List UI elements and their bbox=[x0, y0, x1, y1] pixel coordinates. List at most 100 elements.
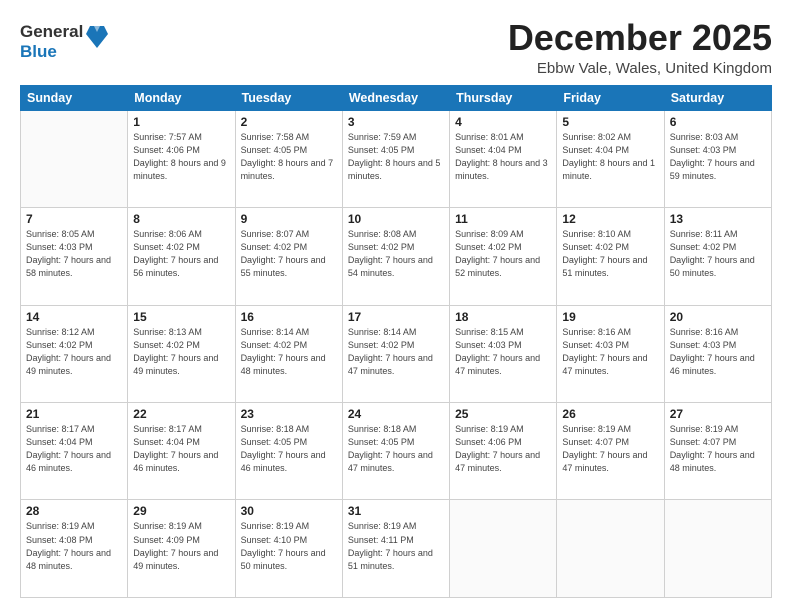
calendar-cell: 30Sunrise: 8:19 AMSunset: 4:10 PMDayligh… bbox=[235, 500, 342, 598]
day-number: 19 bbox=[562, 310, 658, 324]
day-number: 10 bbox=[348, 212, 444, 226]
day-info: Sunrise: 8:19 AMSunset: 4:11 PMDaylight:… bbox=[348, 520, 444, 572]
calendar-table: SundayMondayTuesdayWednesdayThursdayFrid… bbox=[20, 85, 772, 598]
day-info: Sunrise: 8:19 AMSunset: 4:07 PMDaylight:… bbox=[670, 423, 766, 475]
logo: General Blue bbox=[20, 22, 108, 61]
day-number: 25 bbox=[455, 407, 551, 421]
day-info: Sunrise: 7:59 AMSunset: 4:05 PMDaylight:… bbox=[348, 131, 444, 183]
calendar-cell: 7 Sunrise: 8:05 AMSunset: 4:03 PMDaylight… bbox=[21, 208, 128, 305]
calendar-cell: 2Sunrise: 7:58 AMSunset: 4:05 PMDaylight… bbox=[235, 110, 342, 207]
calendar-cell: 6 Sunrise: 8:03 AMSunset: 4:03 PMDaylight… bbox=[664, 110, 771, 207]
day-number: 21 bbox=[26, 407, 122, 421]
day-info: Sunrise: 8:16 AMSunset: 4:03 PMDaylight:… bbox=[670, 326, 766, 378]
calendar-cell: 10 Sunrise: 8:08 AMSunset: 4:02 PMDayligh… bbox=[342, 208, 449, 305]
day-number: 30 bbox=[241, 504, 337, 518]
location: Ebbw Vale, Wales, United Kingdom bbox=[508, 60, 772, 77]
calendar-cell: 28 Sunrise: 8:19 AMSunset: 4:08 PMDayligh… bbox=[21, 500, 128, 598]
day-number: 5 bbox=[562, 115, 658, 129]
day-number: 23 bbox=[241, 407, 337, 421]
day-info: Sunrise: 8:01 AMSunset: 4:04 PMDaylight:… bbox=[455, 131, 551, 183]
day-info: Sunrise: 8:14 AMSunset: 4:02 PMDaylight:… bbox=[241, 326, 337, 378]
weekday-header-friday: Friday bbox=[557, 85, 664, 110]
day-info: Sunrise: 8:05 AMSunset: 4:03 PMDaylight:… bbox=[26, 228, 122, 280]
day-info: Sunrise: 8:17 AMSunset: 4:04 PMDaylight:… bbox=[133, 423, 229, 475]
day-info: Sunrise: 8:16 AMSunset: 4:03 PMDaylight:… bbox=[562, 326, 658, 378]
calendar-cell: 19 Sunrise: 8:16 AMSunset: 4:03 PMDayligh… bbox=[557, 305, 664, 402]
day-info: Sunrise: 8:19 AMSunset: 4:06 PMDaylight:… bbox=[455, 423, 551, 475]
day-info: Sunrise: 8:11 AMSunset: 4:02 PMDaylight:… bbox=[670, 228, 766, 280]
calendar-cell: 24 Sunrise: 8:18 AMSunset: 4:05 PMDayligh… bbox=[342, 403, 449, 500]
weekday-header-thursday: Thursday bbox=[450, 85, 557, 110]
day-number: 24 bbox=[348, 407, 444, 421]
month-title: December 2025 bbox=[508, 18, 772, 58]
calendar-cell: 25 Sunrise: 8:19 AMSunset: 4:06 PMDayligh… bbox=[450, 403, 557, 500]
day-number: 12 bbox=[562, 212, 658, 226]
day-number: 1 bbox=[133, 115, 229, 129]
calendar-cell: 14 Sunrise: 8:12 AMSunset: 4:02 PMDayligh… bbox=[21, 305, 128, 402]
weekday-header-row: SundayMondayTuesdayWednesdayThursdayFrid… bbox=[21, 85, 772, 110]
calendar-cell: 12 Sunrise: 8:10 AMSunset: 4:02 PMDayligh… bbox=[557, 208, 664, 305]
calendar-cell: 11Sunrise: 8:09 AMSunset: 4:02 PMDayligh… bbox=[450, 208, 557, 305]
day-number: 4 bbox=[455, 115, 551, 129]
day-info: Sunrise: 8:12 AMSunset: 4:02 PMDaylight:… bbox=[26, 326, 122, 378]
weekday-header-sunday: Sunday bbox=[21, 85, 128, 110]
day-number: 7 bbox=[26, 212, 122, 226]
calendar-cell: 8 Sunrise: 8:06 AMSunset: 4:02 PMDaylight… bbox=[128, 208, 235, 305]
day-info: Sunrise: 8:17 AMSunset: 4:04 PMDaylight:… bbox=[26, 423, 122, 475]
day-info: Sunrise: 8:02 AMSunset: 4:04 PMDaylight:… bbox=[562, 131, 658, 183]
day-info: Sunrise: 8:13 AMSunset: 4:02 PMDaylight:… bbox=[133, 326, 229, 378]
calendar-cell: 16Sunrise: 8:14 AMSunset: 4:02 PMDayligh… bbox=[235, 305, 342, 402]
day-info: Sunrise: 8:07 AMSunset: 4:02 PMDaylight:… bbox=[241, 228, 337, 280]
calendar-week-2: 7 Sunrise: 8:05 AMSunset: 4:03 PMDaylight… bbox=[21, 208, 772, 305]
calendar-cell: 15Sunrise: 8:13 AMSunset: 4:02 PMDayligh… bbox=[128, 305, 235, 402]
calendar-cell: 4 Sunrise: 8:01 AMSunset: 4:04 PMDaylight… bbox=[450, 110, 557, 207]
day-info: Sunrise: 8:06 AMSunset: 4:02 PMDaylight:… bbox=[133, 228, 229, 280]
calendar-week-3: 14 Sunrise: 8:12 AMSunset: 4:02 PMDayligh… bbox=[21, 305, 772, 402]
header: General Blue December 2025 Ebbw Vale, Wa… bbox=[20, 18, 772, 77]
day-info: Sunrise: 8:19 AMSunset: 4:07 PMDaylight:… bbox=[562, 423, 658, 475]
calendar-cell: 21 Sunrise: 8:17 AMSunset: 4:04 PMDayligh… bbox=[21, 403, 128, 500]
calendar-cell: 29 Sunrise: 8:19 AMSunset: 4:09 PMDayligh… bbox=[128, 500, 235, 598]
day-info: Sunrise: 8:08 AMSunset: 4:02 PMDaylight:… bbox=[348, 228, 444, 280]
day-info: Sunrise: 8:15 AMSunset: 4:03 PMDaylight:… bbox=[455, 326, 551, 378]
calendar-cell: 22 Sunrise: 8:17 AMSunset: 4:04 PMDayligh… bbox=[128, 403, 235, 500]
calendar-cell: 18Sunrise: 8:15 AMSunset: 4:03 PMDayligh… bbox=[450, 305, 557, 402]
calendar-cell bbox=[664, 500, 771, 598]
page: General Blue December 2025 Ebbw Vale, Wa… bbox=[0, 0, 792, 612]
title-block: December 2025 Ebbw Vale, Wales, United K… bbox=[508, 18, 772, 77]
day-number: 22 bbox=[133, 407, 229, 421]
calendar-cell: 23 Sunrise: 8:18 AMSunset: 4:05 PMDayligh… bbox=[235, 403, 342, 500]
calendar-cell: 20 Sunrise: 8:16 AMSunset: 4:03 PMDayligh… bbox=[664, 305, 771, 402]
day-number: 6 bbox=[670, 115, 766, 129]
weekday-header-tuesday: Tuesday bbox=[235, 85, 342, 110]
day-number: 28 bbox=[26, 504, 122, 518]
day-number: 27 bbox=[670, 407, 766, 421]
day-info: Sunrise: 8:18 AMSunset: 4:05 PMDaylight:… bbox=[241, 423, 337, 475]
calendar-cell: 31Sunrise: 8:19 AMSunset: 4:11 PMDayligh… bbox=[342, 500, 449, 598]
logo-icon bbox=[86, 24, 108, 50]
weekday-header-saturday: Saturday bbox=[664, 85, 771, 110]
weekday-header-monday: Monday bbox=[128, 85, 235, 110]
day-number: 29 bbox=[133, 504, 229, 518]
calendar-cell: 1 Sunrise: 7:57 AMSunset: 4:06 PMDaylight… bbox=[128, 110, 235, 207]
day-info: Sunrise: 8:09 AMSunset: 4:02 PMDaylight:… bbox=[455, 228, 551, 280]
day-info: Sunrise: 8:19 AMSunset: 4:09 PMDaylight:… bbox=[133, 520, 229, 572]
weekday-header-wednesday: Wednesday bbox=[342, 85, 449, 110]
day-number: 20 bbox=[670, 310, 766, 324]
day-number: 8 bbox=[133, 212, 229, 226]
calendar-cell bbox=[557, 500, 664, 598]
day-number: 14 bbox=[26, 310, 122, 324]
logo-blue: Blue bbox=[20, 42, 83, 62]
calendar-week-1: 1 Sunrise: 7:57 AMSunset: 4:06 PMDaylight… bbox=[21, 110, 772, 207]
day-info: Sunrise: 8:14 AMSunset: 4:02 PMDaylight:… bbox=[348, 326, 444, 378]
logo-general: General bbox=[20, 22, 83, 42]
calendar-week-4: 21 Sunrise: 8:17 AMSunset: 4:04 PMDayligh… bbox=[21, 403, 772, 500]
day-info: Sunrise: 8:19 AMSunset: 4:08 PMDaylight:… bbox=[26, 520, 122, 572]
day-number: 26 bbox=[562, 407, 658, 421]
day-info: Sunrise: 8:03 AMSunset: 4:03 PMDaylight:… bbox=[670, 131, 766, 183]
calendar-cell: 17Sunrise: 8:14 AMSunset: 4:02 PMDayligh… bbox=[342, 305, 449, 402]
day-info: Sunrise: 8:18 AMSunset: 4:05 PMDaylight:… bbox=[348, 423, 444, 475]
day-info: Sunrise: 7:57 AMSunset: 4:06 PMDaylight:… bbox=[133, 131, 229, 183]
day-info: Sunrise: 8:10 AMSunset: 4:02 PMDaylight:… bbox=[562, 228, 658, 280]
calendar-cell: 5 Sunrise: 8:02 AMSunset: 4:04 PMDaylight… bbox=[557, 110, 664, 207]
